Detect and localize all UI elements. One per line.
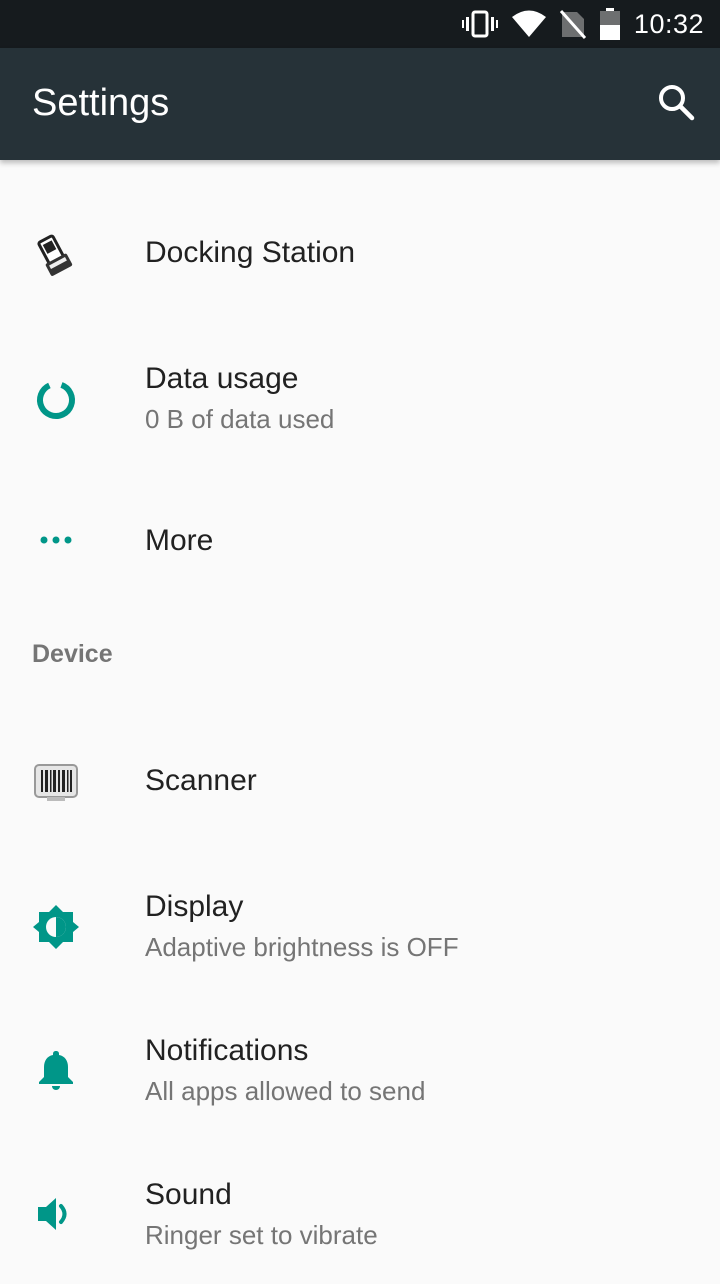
- list-item-display[interactable]: Display Adaptive brightness is OFF: [0, 866, 720, 996]
- item-subtitle: All apps allowed to send: [145, 1076, 426, 1106]
- list-item-scanner[interactable]: Scanner: [0, 720, 720, 846]
- wifi-icon: [511, 10, 546, 38]
- item-title: Docking Station: [145, 236, 356, 269]
- docking-station-icon: [32, 231, 80, 279]
- item-title: Display: [145, 890, 244, 923]
- bell-icon: [32, 1046, 80, 1094]
- list-item-notifications[interactable]: Notifications All apps allowed to send: [0, 1010, 720, 1140]
- brightness-icon: [32, 903, 80, 951]
- vibrate-icon: [461, 10, 498, 38]
- page-title: Settings: [32, 82, 170, 124]
- list-item-data-usage[interactable]: Data usage 0 B of data used: [0, 338, 720, 468]
- status-bar: 10:32: [0, 0, 720, 48]
- item-subtitle: 0 B of data used: [145, 404, 335, 434]
- list-item-docking-station[interactable]: Docking Station: [0, 190, 720, 320]
- search-button[interactable]: [652, 80, 700, 128]
- status-time: 10:32: [633, 8, 704, 39]
- list-item-more[interactable]: More: [0, 480, 720, 606]
- item-title: Notifications: [145, 1034, 309, 1067]
- barcode-scanner-icon: [32, 758, 80, 806]
- item-title: Scanner: [145, 764, 257, 797]
- app-bar: Settings: [0, 48, 720, 160]
- item-subtitle: Adaptive brightness is OFF: [145, 932, 459, 962]
- search-icon: [657, 83, 695, 126]
- item-title: More: [145, 524, 214, 557]
- no-sim-icon: [559, 9, 586, 39]
- item-title: Data usage: [145, 362, 299, 395]
- list-item-sound[interactable]: Sound Ringer set to vibrate: [0, 1154, 720, 1284]
- more-dots-icon: [32, 516, 80, 564]
- battery-icon: [599, 8, 620, 40]
- speaker-icon: [32, 1190, 80, 1238]
- section-header-device: Device: [32, 640, 113, 668]
- item-title: Sound: [145, 1178, 232, 1211]
- data-usage-icon: [32, 376, 80, 424]
- status-icons: 10:32: [448, 0, 704, 48]
- item-subtitle: Ringer set to vibrate: [145, 1220, 378, 1250]
